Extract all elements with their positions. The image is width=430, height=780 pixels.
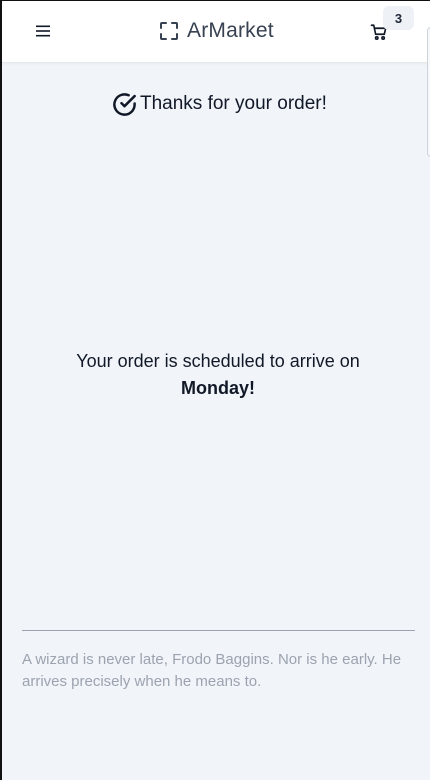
cart-count-badge: 3 xyxy=(383,6,414,30)
footer-divider xyxy=(22,630,415,631)
hamburger-menu-icon xyxy=(36,25,50,37)
brand-logo[interactable]: ArMarket xyxy=(160,18,274,44)
footer-quote: A wizard is never late, Frodo Baggins. N… xyxy=(22,651,402,690)
delivery-schedule: Your order is scheduled to arrive on Mon… xyxy=(22,348,414,402)
check-circle-icon xyxy=(113,92,136,116)
top-header: ArMarket 3 xyxy=(2,1,430,63)
menu-button[interactable] xyxy=(30,18,56,44)
app-frame: ArMarket 3 Thanks for your order! Your o… xyxy=(0,0,430,780)
brand-name: ArMarket xyxy=(187,19,274,42)
order-confirmation-heading: Thanks for your order! xyxy=(111,89,327,119)
scan-frame-icon xyxy=(160,22,178,40)
confirmation-title: Thanks for your order! xyxy=(140,93,327,114)
schedule-text: Your order is scheduled to arrive on xyxy=(76,351,360,371)
delivery-day: Monday! xyxy=(181,378,255,398)
